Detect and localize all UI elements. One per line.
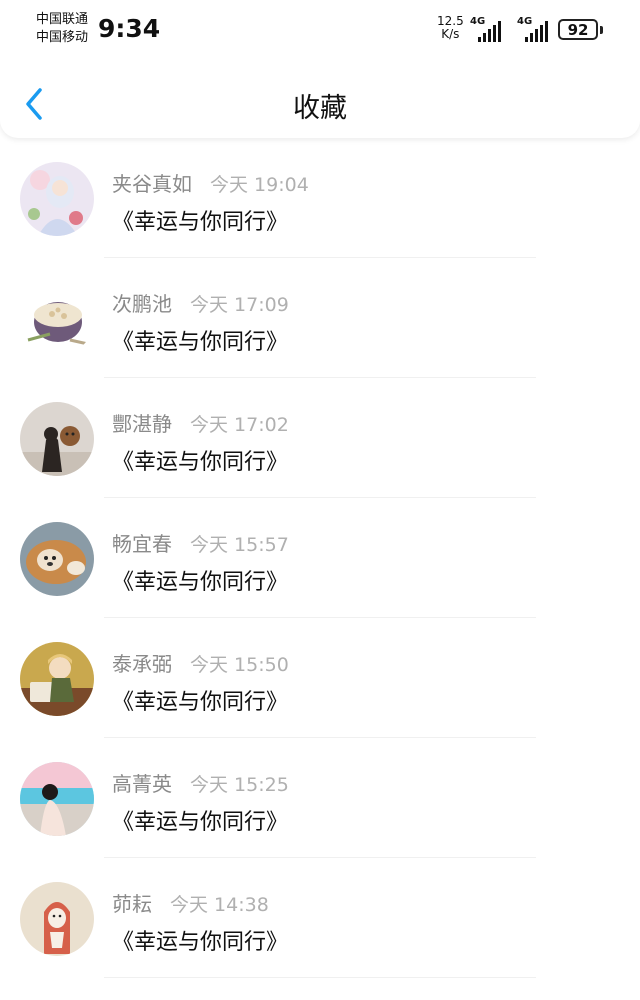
battery-level: 92 xyxy=(567,20,589,39)
item-title[interactable]: 《幸运与你同行》 xyxy=(112,804,288,836)
item-title[interactable]: 《幸运与你同行》 xyxy=(112,924,288,956)
carrier-info: 中国联通 中国移动 xyxy=(36,11,88,47)
item-time: 今天 15:50 xyxy=(190,654,289,676)
avatar[interactable] xyxy=(20,282,94,356)
avatar[interactable] xyxy=(20,882,94,956)
network-speed: 12.5 K/s xyxy=(437,15,464,41)
user-name: 畅宜春 xyxy=(112,532,172,556)
header-card: 中国联通 中国移动 9:34 12.5 K/s 4G 4G 92 收藏 xyxy=(0,0,640,138)
list-item[interactable]: 高菁英 今天 15:25 《幸运与你同行》 xyxy=(0,738,640,858)
item-title[interactable]: 《幸运与你同行》 xyxy=(112,324,288,356)
divider xyxy=(104,977,536,978)
item-meta: 高菁英 今天 15:25 xyxy=(112,768,289,797)
item-title[interactable]: 《幸运与你同行》 xyxy=(112,204,288,236)
avatar[interactable] xyxy=(20,762,94,836)
carrier-1: 中国联通 xyxy=(36,12,89,27)
list-item[interactable]: 泰承弼 今天 15:50 《幸运与你同行》 xyxy=(0,618,640,738)
item-time: 今天 15:57 xyxy=(190,534,289,556)
item-meta: 茆耘 今天 14:38 xyxy=(112,888,269,917)
page-title: 收藏 xyxy=(293,93,347,124)
list-item[interactable]: 酆湛静 今天 17:02 《幸运与你同行》 xyxy=(0,378,640,498)
battery-tip xyxy=(600,26,603,34)
avatar[interactable] xyxy=(20,162,94,236)
battery-icon: 92 xyxy=(558,19,598,40)
item-time: 今天 14:38 xyxy=(170,894,269,916)
list-item[interactable]: 畅宜春 今天 15:57 《幸运与你同行》 xyxy=(0,498,640,618)
item-meta: 畅宜春 今天 15:57 xyxy=(112,528,289,557)
item-title[interactable]: 《幸运与你同行》 xyxy=(112,564,288,596)
item-meta: 次鹏池 今天 17:09 xyxy=(112,288,289,317)
user-name: 泰承弼 xyxy=(112,652,172,676)
status-bar: 中国联通 中国移动 9:34 12.5 K/s 4G 4G 92 xyxy=(0,0,640,60)
item-meta: 夹谷真如 今天 19:04 xyxy=(112,168,309,197)
network-speed-unit: K/s xyxy=(441,27,460,41)
avatar[interactable] xyxy=(20,642,94,716)
avatar[interactable] xyxy=(20,402,94,476)
carrier-2: 中国移动 xyxy=(36,30,89,45)
item-time: 今天 15:25 xyxy=(190,774,289,796)
item-title[interactable]: 《幸运与你同行》 xyxy=(112,444,288,476)
user-name: 夹谷真如 xyxy=(112,172,192,196)
item-time: 今天 17:02 xyxy=(190,414,289,436)
item-meta: 酆湛静 今天 17:02 xyxy=(112,408,289,437)
item-time: 今天 19:04 xyxy=(210,174,309,196)
user-name: 高菁英 xyxy=(112,772,172,796)
favorites-list: 夹谷真如 今天 19:04 《幸运与你同行》 次鹏池 今天 17:09 《幸运与你同… xyxy=(0,138,640,978)
user-name: 次鹏池 xyxy=(112,292,172,316)
item-meta: 泰承弼 今天 15:50 xyxy=(112,648,289,677)
signal-1-icon: 4G xyxy=(470,16,508,42)
item-title[interactable]: 《幸运与你同行》 xyxy=(112,684,288,716)
user-name: 茆耘 xyxy=(112,892,152,916)
item-time: 今天 17:09 xyxy=(190,294,289,316)
list-item[interactable]: 次鹏池 今天 17:09 《幸运与你同行》 xyxy=(0,258,640,378)
list-item[interactable]: 夹谷真如 今天 19:04 《幸运与你同行》 xyxy=(0,138,640,258)
signal-2-icon: 4G xyxy=(517,16,555,42)
user-name: 酆湛静 xyxy=(112,412,172,436)
list-item[interactable]: 茆耘 今天 14:38 《幸运与你同行》 xyxy=(0,858,640,978)
status-time: 9:34 xyxy=(98,14,161,43)
avatar[interactable] xyxy=(20,522,94,596)
